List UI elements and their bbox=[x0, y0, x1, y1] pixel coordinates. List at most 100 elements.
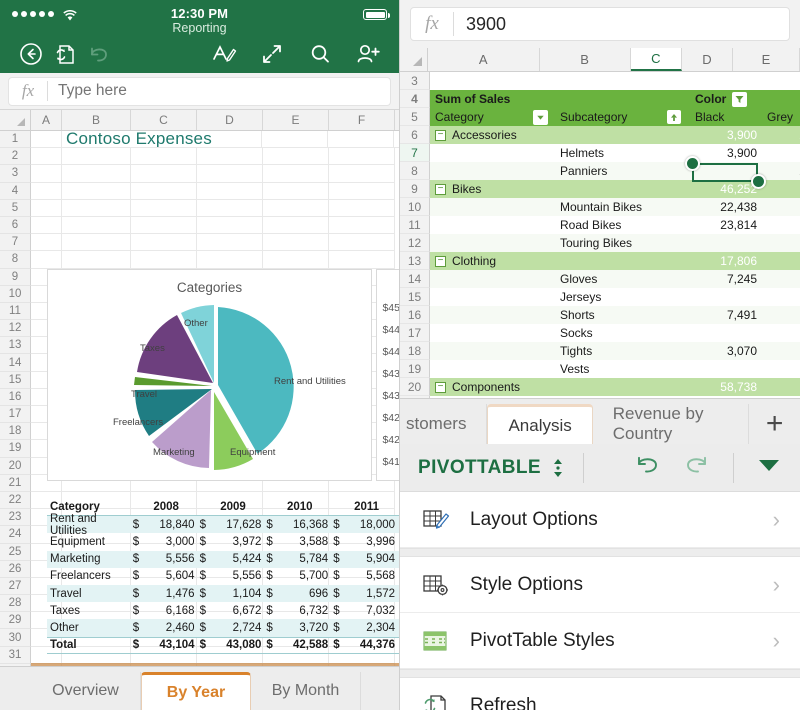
pivot-row-header[interactable]: 14 bbox=[400, 270, 430, 288]
grid-row[interactable]: 4 bbox=[0, 183, 399, 200]
table-row[interactable]: Equipment$3,000$3,972$3,588$3,996 bbox=[47, 533, 399, 550]
pivot-row-header[interactable]: 17 bbox=[400, 324, 430, 342]
pivot-cell-blank[interactable] bbox=[555, 72, 690, 90]
pivot-cell-blank[interactable] bbox=[430, 324, 555, 342]
pivot-row[interactable]: 4Sum of SalesColor bbox=[400, 90, 800, 108]
grid-cell[interactable] bbox=[329, 251, 395, 268]
pivot-row-header[interactable]: 18 bbox=[400, 342, 430, 360]
pivot-row[interactable]: 20−Components58,7386,28 bbox=[400, 378, 800, 396]
grid-row[interactable]: 8 bbox=[0, 251, 399, 268]
pivot-cell-black[interactable]: 3,070 bbox=[690, 342, 762, 360]
grid-cell[interactable] bbox=[263, 183, 329, 200]
row-header[interactable]: 22 bbox=[0, 492, 31, 509]
pivot-row[interactable]: 16Shorts7,491 bbox=[400, 306, 800, 324]
pivot-row-header[interactable]: 20 bbox=[400, 378, 430, 396]
pivot-cell-blank[interactable] bbox=[430, 162, 555, 180]
left-formula-wrap[interactable]: fx bbox=[8, 77, 391, 106]
r-column-header-A[interactable]: A bbox=[428, 48, 540, 71]
pivot-row[interactable]: 15Jerseys bbox=[400, 288, 800, 306]
pivot-row-header[interactable]: 4 bbox=[400, 90, 430, 108]
pivot-cell-grey[interactable] bbox=[762, 306, 800, 324]
pivot-row-header[interactable]: 7 bbox=[400, 144, 430, 162]
row-header[interactable]: 31 bbox=[0, 647, 31, 664]
grid-cell[interactable] bbox=[131, 234, 197, 251]
pivot-group-category[interactable]: −Clothing bbox=[430, 252, 555, 270]
panel-item-layout-options[interactable]: Layout Options › bbox=[400, 492, 800, 548]
r-sheet-tab-customers[interactable]: stomers bbox=[400, 404, 487, 444]
pivot-row-header[interactable]: 12 bbox=[400, 234, 430, 252]
column-header-A[interactable]: A bbox=[31, 110, 62, 130]
search-icon[interactable] bbox=[303, 37, 337, 71]
category-filter-icon[interactable] bbox=[533, 110, 548, 125]
r-add-sheet-button[interactable]: + bbox=[749, 404, 800, 444]
table-row[interactable]: Rent and Utilities$18,840$17,628$16,368$… bbox=[47, 516, 399, 533]
grid-cell[interactable] bbox=[329, 217, 395, 234]
pivot-row[interactable]: 9−Bikes46,2526,25 bbox=[400, 180, 800, 198]
sheet-tab-by-year[interactable]: By Year bbox=[141, 672, 251, 710]
left-formula-input[interactable] bbox=[48, 82, 390, 100]
row-header[interactable]: 13 bbox=[0, 337, 31, 354]
grid-cell[interactable] bbox=[197, 217, 263, 234]
pivot-cell-blank[interactable] bbox=[430, 288, 555, 306]
grid-cell[interactable] bbox=[62, 148, 131, 165]
grid-cell[interactable] bbox=[329, 148, 395, 165]
pivot-cell-blank[interactable] bbox=[430, 306, 555, 324]
row-header[interactable]: 12 bbox=[0, 320, 31, 337]
table-row[interactable]: Other$2,460$2,724$3,720$2,304 bbox=[47, 619, 399, 636]
row-header[interactable]: 29 bbox=[0, 612, 31, 629]
grid-cell[interactable] bbox=[329, 165, 395, 182]
draw-pen-icon[interactable] bbox=[207, 37, 241, 71]
table-row[interactable]: Total$43,104$43,080$42,588$44,376 bbox=[47, 637, 399, 654]
pivot-row-header[interactable]: 11 bbox=[400, 216, 430, 234]
grid-cell[interactable] bbox=[131, 148, 197, 165]
pivot-title-cell[interactable]: Sum of Sales bbox=[430, 90, 555, 108]
pivot-cell-blank[interactable] bbox=[430, 198, 555, 216]
pivot-cell-black[interactable]: 7,245 bbox=[690, 270, 762, 288]
grid-cell[interactable] bbox=[31, 200, 62, 217]
collapse-panel-button[interactable] bbox=[756, 456, 782, 479]
grid-cell[interactable] bbox=[131, 165, 197, 182]
table-row[interactable]: Marketing$5,556$5,424$5,784$5,904 bbox=[47, 551, 399, 568]
row-header[interactable]: 7 bbox=[0, 234, 31, 251]
collapse-group-icon[interactable]: − bbox=[435, 130, 446, 141]
pivot-cell-subcategory[interactable]: Jerseys bbox=[555, 288, 690, 306]
grid-cell[interactable] bbox=[328, 131, 394, 148]
pivot-cell-black[interactable] bbox=[690, 234, 762, 252]
grid-cell[interactable] bbox=[197, 183, 263, 200]
right-select-all-corner[interactable] bbox=[400, 48, 428, 71]
grid-cell[interactable] bbox=[31, 165, 62, 182]
ribbon-switcher-icon[interactable] bbox=[551, 457, 565, 479]
row-header[interactable]: 1 bbox=[0, 131, 31, 148]
grid-cell[interactable] bbox=[329, 183, 395, 200]
grid-cell[interactable] bbox=[263, 148, 329, 165]
grid-cell[interactable] bbox=[329, 200, 395, 217]
back-button[interactable] bbox=[14, 37, 48, 71]
grid-cell[interactable] bbox=[197, 200, 263, 217]
pivot-row[interactable]: 3 bbox=[400, 72, 800, 90]
share-file-button[interactable] bbox=[48, 37, 82, 71]
column-header-D[interactable]: D bbox=[197, 110, 263, 130]
grid-row[interactable]: 5 bbox=[0, 200, 399, 217]
grid-row[interactable]: 7 bbox=[0, 234, 399, 251]
r-column-header-B[interactable]: B bbox=[540, 48, 631, 71]
pivot-cell-black[interactable]: 3,900 bbox=[690, 126, 762, 144]
pivot-row-header[interactable]: 6 bbox=[400, 126, 430, 144]
pivot-cell-blank[interactable] bbox=[430, 270, 555, 288]
pivot-cell-blank[interactable] bbox=[555, 378, 690, 396]
pivot-cell-black[interactable]: 3,900 bbox=[690, 144, 762, 162]
collapse-group-icon[interactable]: − bbox=[435, 256, 446, 267]
pivot-row-header[interactable]: 16 bbox=[400, 306, 430, 324]
grid-cell[interactable] bbox=[31, 131, 62, 148]
pivot-cell-blank[interactable] bbox=[430, 234, 555, 252]
pivot-cell-subcategory[interactable]: Gloves bbox=[555, 270, 690, 288]
pivot-group-category[interactable]: −Bikes bbox=[430, 180, 555, 198]
grid-row[interactable]: 6 bbox=[0, 217, 399, 234]
grid-cell[interactable] bbox=[263, 200, 329, 217]
pivot-row-header[interactable]: 9 bbox=[400, 180, 430, 198]
row-header[interactable]: 25 bbox=[0, 544, 31, 561]
row-header[interactable]: 9 bbox=[0, 269, 31, 286]
pivot-cell-blank[interactable] bbox=[430, 72, 555, 90]
pivot-col-header-grey[interactable]: Grey bbox=[762, 108, 800, 126]
pivot-cell-blank[interactable] bbox=[430, 216, 555, 234]
grid-row[interactable]: 3 bbox=[0, 165, 399, 182]
